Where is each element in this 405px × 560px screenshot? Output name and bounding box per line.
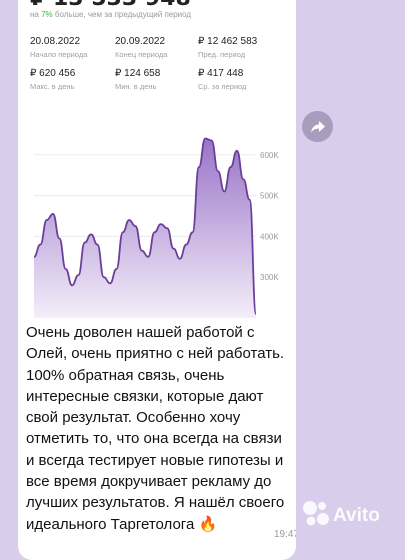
message-text: Очень доволен нашей работой с Олей, очен… [26,324,285,533]
y-tick-label: 300K [260,273,279,282]
share-button[interactable] [302,111,333,142]
revenue-chart-svg: 300K 400K 500K 600K [33,137,279,318]
y-tick-label: 500K [260,192,279,201]
message-timestamp: 19:47 [274,529,296,540]
share-arrow-icon [310,120,325,133]
change-summary: на 7% больше, чем за предыдущий период [30,10,192,19]
stat-period-start: 20.08.2022 Начало периода [30,36,88,59]
stat-max-per-day: ₽ 620 456 Макс. в день [30,68,76,91]
chart-area-fill [34,138,256,318]
chart-y-axis: 300K 400K 500K 600K [260,151,279,282]
stat-previous-period: ₽ 12 462 583 Пред. период [198,36,258,59]
stat-average: ₽ 417 448 Ср. за период [198,68,247,91]
avito-wordmark: Avito [333,505,380,526]
avito-logo-icon: Avito [303,501,380,526]
change-percent: 7% [41,10,53,19]
message-bubble: ₽ 13 533 948 на 7% больше, чем за предыд… [18,0,296,560]
stat-period-end: 20.09.2022 Конец периода [115,36,168,59]
y-tick-label: 400K [260,232,279,241]
avito-watermark: Avito [300,496,396,532]
stat-min-per-day: ₽ 124 658 Мин. в день [115,68,161,91]
y-tick-label: 600K [260,151,279,160]
revenue-chart: 300K 400K 500K 600K [26,104,294,325]
